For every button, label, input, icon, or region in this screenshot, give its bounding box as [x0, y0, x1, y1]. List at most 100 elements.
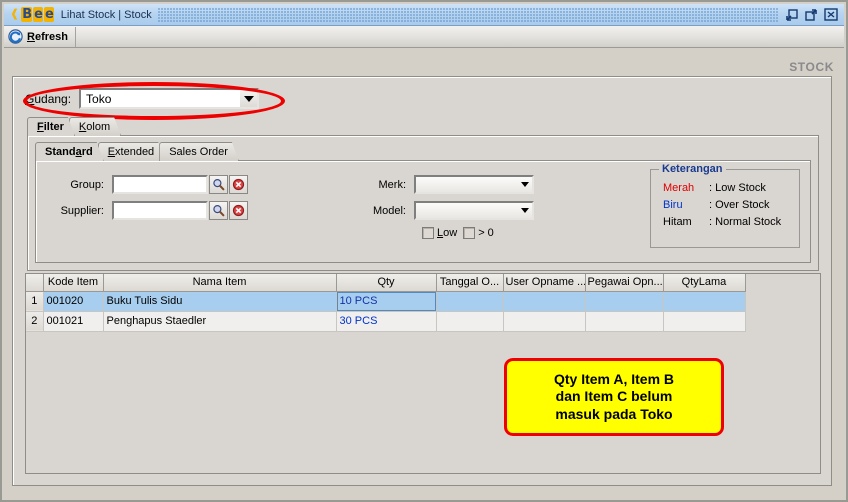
table-row[interactable]: 2 001021 Penghapus Staedler 30 PCS	[26, 311, 746, 332]
column-header-nama-item[interactable]: Nama Item	[103, 274, 337, 292]
tab-standard[interactable]: Stand a rd	[35, 142, 104, 161]
magnifier-icon	[212, 178, 225, 191]
group-field-row: Group:	[50, 175, 248, 194]
supplier-search-button[interactable]	[209, 201, 228, 220]
model-combobox[interactable]	[414, 201, 534, 220]
maximize-icon[interactable]	[804, 8, 819, 22]
refresh-icon	[8, 29, 23, 44]
low-rest: ow	[443, 227, 458, 239]
window-button-group	[785, 8, 838, 22]
filter-tab-panel: Stand a rd Extended Sales Order Group: S…	[27, 135, 819, 271]
filter-checkbox-row: Low > 0	[422, 227, 534, 239]
low-checkbox-item[interactable]: Low	[422, 227, 457, 239]
page-body: STOCK Gudang: Toko Filter Kolom Stand a …	[4, 48, 844, 498]
cell-kode-item: 001021	[43, 311, 104, 332]
column-header-qty[interactable]: Qty	[336, 274, 437, 292]
legend-key-merah: Merah	[663, 182, 695, 194]
chevron-down-icon[interactable]	[240, 90, 258, 107]
clear-circle-icon	[232, 204, 245, 217]
gtzero-checkbox-item[interactable]: > 0	[463, 227, 494, 239]
cell-tanggal-opname	[436, 311, 504, 332]
row-number: 1	[26, 291, 44, 312]
legend-row-hitam: Hitam : Normal Stock	[663, 216, 799, 228]
gudang-combobox[interactable]: Toko	[79, 88, 260, 109]
cell-user-opname	[503, 311, 586, 332]
low-checkbox[interactable]	[422, 227, 434, 239]
group-label: Group:	[70, 178, 104, 191]
close-icon[interactable]	[823, 8, 838, 22]
gudang-label: Gudang:	[25, 92, 71, 106]
tab-standard-pre: Stand	[45, 146, 76, 158]
cell-tanggal-opname	[436, 291, 504, 312]
filter-left-fields: Group: Supplier:	[50, 175, 248, 227]
gudang-mnemonic: G	[25, 91, 35, 106]
refresh-mnemonic: R	[27, 30, 35, 43]
main-tabstrip: Filter Kolom	[27, 117, 819, 136]
gudang-row: Gudang: Toko	[25, 88, 260, 109]
filter-middle-fields: Merk: Model: Low > 0	[366, 175, 534, 239]
tab-kolom-mnemonic: K	[78, 121, 87, 133]
sub-tabs: Stand a rd Extended Sales Order Group: S…	[28, 136, 818, 270]
group-search-button[interactable]	[209, 175, 228, 194]
legend-title: Keterangan	[659, 163, 726, 175]
refresh-button[interactable]: Refresh	[4, 26, 76, 47]
tab-sales-order-label: Sales Order	[169, 146, 228, 158]
application-window: ❰ Bee Lihat Stock | Stock Refresh STOCK …	[0, 0, 848, 502]
tab-filter[interactable]: Filter	[27, 117, 75, 136]
legend-value-biru: : Over Stock	[709, 199, 770, 211]
legend-row-biru: Biru : Over Stock	[663, 199, 799, 211]
legend-key-biru: Biru	[663, 199, 683, 211]
tab-filter-rest: ilter	[43, 121, 64, 133]
group-input[interactable]	[112, 175, 208, 194]
model-field-row: Model:	[366, 201, 534, 220]
gudang-label-rest: udang:	[34, 91, 72, 106]
tab-standard-post: rd	[81, 146, 93, 158]
magnifier-icon	[212, 204, 225, 217]
legend-value-merah: : Low Stock	[709, 182, 766, 194]
merk-combobox[interactable]	[414, 175, 534, 194]
restore-down-icon[interactable]	[785, 8, 800, 22]
tab-sales-order[interactable]: Sales Order	[159, 142, 239, 161]
cell-nama-item: Penghapus Staedler	[103, 311, 337, 332]
tab-extended[interactable]: Extended	[98, 142, 166, 161]
supplier-label: Supplier:	[60, 204, 104, 217]
legend-row-merah: Merah : Low Stock	[663, 182, 799, 194]
group-clear-button[interactable]	[229, 175, 248, 194]
chevron-down-icon[interactable]	[517, 177, 532, 192]
title-bar: ❰ Bee Lihat Stock | Stock	[4, 4, 844, 26]
cell-nama-item: Buku Tulis Sidu	[103, 291, 337, 312]
logo-arrow-icon: ❰	[10, 8, 20, 20]
chevron-down-icon[interactable]	[517, 203, 532, 218]
column-header-kode-item[interactable]: Kode Item	[43, 274, 104, 292]
column-header-qtylama[interactable]: QtyLama	[663, 274, 746, 292]
tab-kolom-rest: olom	[86, 121, 111, 133]
cell-pegawai-opname	[585, 311, 664, 332]
refresh-button-label: Refresh	[27, 31, 68, 43]
title-drag-area[interactable]	[157, 7, 779, 22]
legend-box: Keterangan Merah : Low Stock Biru : Over…	[650, 163, 800, 248]
legend-rows: Merah : Low Stock Biru : Over Stock Hita…	[651, 170, 799, 228]
tab-kolom[interactable]: Kolom	[69, 117, 121, 136]
cell-qty: 10 PCS	[336, 291, 437, 312]
table-row[interactable]: 1 001020 Buku Tulis Sidu 10 PCS	[26, 291, 746, 312]
cell-user-opname	[503, 291, 586, 312]
app-logo: ❰ Bee	[10, 7, 55, 22]
column-header-pegawai-opname[interactable]: Pegawai Opn...	[585, 274, 664, 292]
column-header-tanggal-opname[interactable]: Tanggal O...	[436, 274, 504, 292]
column-header-rownum[interactable]	[26, 274, 44, 292]
model-label: Model:	[372, 204, 406, 217]
supplier-clear-button[interactable]	[229, 201, 248, 220]
column-header-user-opname[interactable]: User Opname ...	[503, 274, 586, 292]
supplier-input[interactable]	[112, 201, 208, 220]
gtzero-checkbox[interactable]	[463, 227, 476, 239]
gudang-value: Toko	[86, 91, 112, 106]
refresh-rest: efresh	[34, 30, 68, 43]
cell-qtylama	[663, 311, 746, 332]
tab-extended-mnemonic: E	[107, 146, 116, 158]
tab-filter-mnemonic: F	[37, 121, 44, 133]
callout-line-1: Qty Item A, Item B	[553, 370, 675, 387]
cell-qtylama	[663, 291, 746, 312]
filter-tabs: Filter Kolom Stand a rd Extended Sales O…	[27, 117, 819, 271]
legend-key-hitam: Hitam	[663, 216, 692, 228]
row-number: 2	[26, 311, 44, 332]
